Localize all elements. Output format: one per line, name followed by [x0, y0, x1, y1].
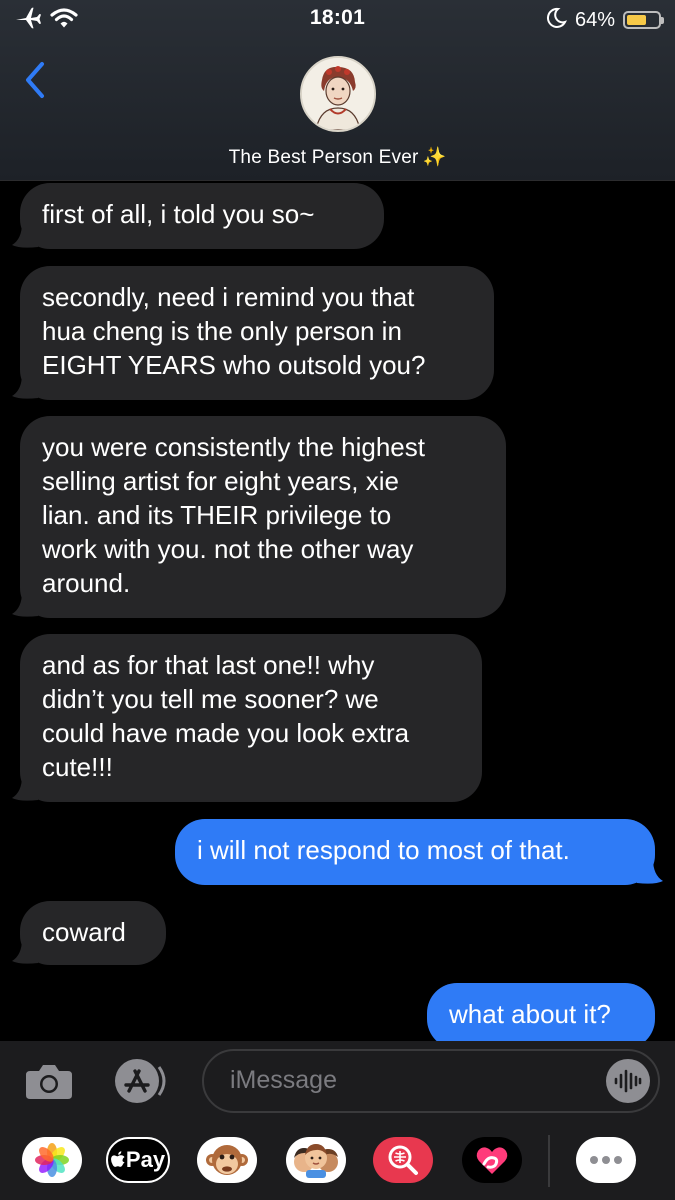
- message-text: first of all, i told you so~: [42, 199, 315, 229]
- messages-screen: 18:01 64% The Best Person Ever ✨ first o…: [0, 0, 675, 1200]
- sparkles-icon: ✨: [422, 147, 447, 168]
- image-search-button[interactable]: [373, 1137, 433, 1183]
- status-bar: 18:01 64%: [0, 0, 675, 40]
- more-apps-icon: [590, 1156, 622, 1164]
- incoming-message-bubble[interactable]: coward: [20, 901, 166, 965]
- message-text: around.: [42, 568, 131, 598]
- message-text: didn’t you tell me sooner? we: [42, 684, 379, 714]
- bubble-tail: [12, 374, 38, 399]
- app-store-button[interactable]: [113, 1057, 171, 1105]
- battery-percent: 64%: [574, 8, 615, 31]
- waveform-icon: [614, 1069, 642, 1093]
- animoji-monkey-icon: [206, 1145, 248, 1175]
- contact-name[interactable]: The Best Person Ever ✨: [0, 145, 675, 169]
- message-text: coward: [42, 917, 126, 947]
- voice-message-button[interactable]: [606, 1059, 650, 1103]
- message-text: selling artist for eight years, xie: [42, 466, 399, 496]
- photos-app-button[interactable]: [22, 1137, 82, 1183]
- message-text: lian. and its THEIR privilege to: [42, 500, 392, 530]
- digital-touch-icon: [476, 1147, 508, 1174]
- contact-name-text: The Best Person Ever: [228, 147, 419, 168]
- app-drawer: Pay: [0, 1121, 675, 1200]
- bubble-tail: [12, 223, 38, 248]
- message-text: hua cheng is the only person in: [42, 316, 402, 346]
- message-text: i will not respond to most of that.: [197, 835, 570, 865]
- battery-icon: [623, 11, 664, 29]
- bubble-tail: [12, 939, 38, 964]
- drawer-divider: [548, 1135, 550, 1187]
- message-text: work with you. not the other way: [42, 534, 414, 564]
- message-text: cute!!!: [42, 752, 113, 782]
- imessage-input[interactable]: iMessage: [202, 1049, 660, 1113]
- app-store-icon: [115, 1059, 166, 1103]
- apple-pay-label: Pay: [125, 1147, 166, 1172]
- message-text: secondly, need i remind you that: [42, 282, 415, 312]
- message-text: you were consistently the highest: [42, 432, 425, 462]
- avatar[interactable]: [300, 56, 376, 132]
- chevron-left-icon: [26, 62, 44, 98]
- conversation-header: 18:01 64% The Best Person Ever ✨: [0, 0, 675, 181]
- memoji-stickers-button[interactable]: [286, 1137, 346, 1183]
- animoji-button[interactable]: [197, 1137, 257, 1183]
- digital-touch-button[interactable]: [462, 1137, 522, 1183]
- message-text: and as for that last one!! why: [42, 650, 375, 680]
- image-search-icon: [388, 1145, 418, 1175]
- more-apps-button[interactable]: [576, 1137, 636, 1183]
- back-button[interactable]: [18, 60, 54, 100]
- message-text: EIGHT YEARS who outsold you?: [42, 350, 426, 380]
- memoji-stickers-icon: [294, 1144, 338, 1178]
- incoming-message-bubble[interactable]: you were consistently the highest sellin…: [20, 416, 506, 618]
- camera-icon: [26, 1065, 72, 1099]
- message-thread[interactable]: first of all, i told you so~ secondly, n…: [0, 181, 675, 1049]
- moon-icon: [545, 7, 567, 34]
- incoming-message-bubble[interactable]: and as for that last one!! why didn’t yo…: [20, 634, 482, 802]
- bubble-tail: [12, 592, 38, 617]
- incoming-message-bubble[interactable]: secondly, need i remind you that hua che…: [20, 266, 494, 400]
- compose-bar: iMessage: [0, 1041, 675, 1121]
- camera-button[interactable]: [22, 1059, 76, 1103]
- bubble-tail: [12, 776, 38, 801]
- bubble-tail: [637, 859, 663, 884]
- incoming-message-bubble[interactable]: first of all, i told you so~: [20, 183, 384, 249]
- outgoing-message-bubble[interactable]: i will not respond to most of that.: [175, 819, 655, 885]
- status-right: 64%: [545, 6, 664, 34]
- apple-pay-button[interactable]: Pay: [106, 1137, 170, 1183]
- imessage-placeholder: iMessage: [230, 1066, 337, 1094]
- outgoing-message-bubble[interactable]: what about it?: [427, 983, 655, 1049]
- battery-fill: [627, 15, 646, 25]
- apple-pay-icon: [110, 1151, 125, 1167]
- message-text: what about it?: [449, 999, 611, 1029]
- photos-app-icon: [35, 1143, 69, 1177]
- message-text: could have made you look extra: [42, 718, 410, 748]
